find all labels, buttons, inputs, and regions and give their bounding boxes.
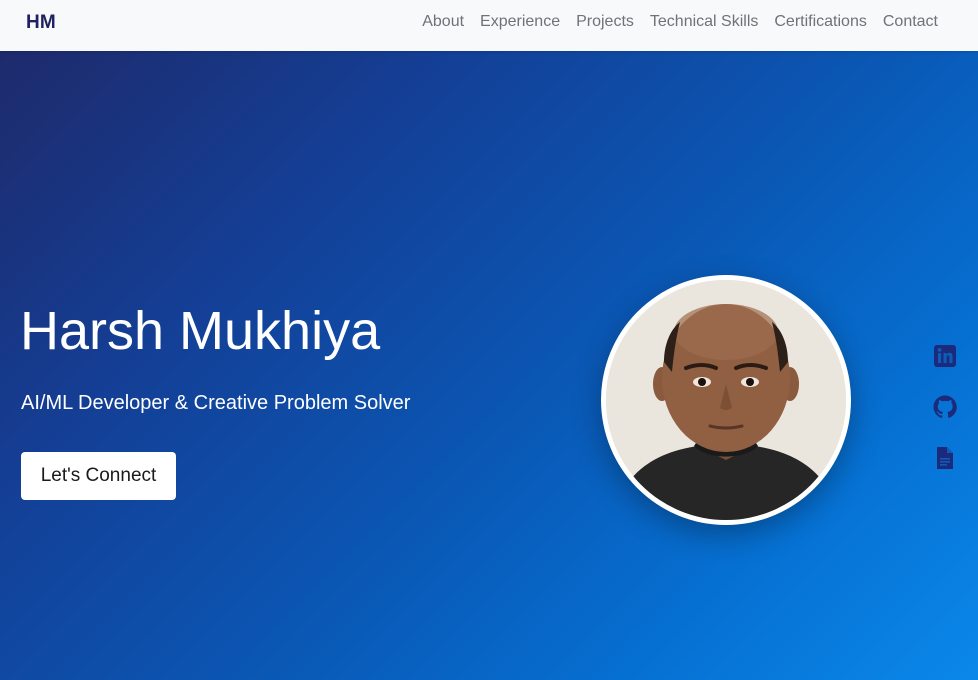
linkedin-icon[interactable] — [933, 344, 957, 368]
profile-photo — [606, 280, 846, 520]
hero-name: Harsh Mukhiya — [20, 301, 381, 361]
social-links — [933, 344, 957, 470]
navbar: HM About Experience Projects Technical S… — [0, 0, 978, 51]
lets-connect-button[interactable]: Let's Connect — [21, 452, 176, 500]
profile-photo-frame — [601, 275, 851, 525]
nav-link-about[interactable]: About — [414, 13, 472, 31]
nav-link-projects[interactable]: Projects — [568, 13, 642, 31]
nav-link-contact[interactable]: Contact — [875, 13, 946, 31]
nav-links: About Experience Projects Technical Skil… — [414, 13, 946, 31]
nav-link-experience[interactable]: Experience — [472, 13, 568, 31]
nav-link-certifications[interactable]: Certifications — [766, 13, 874, 31]
github-icon[interactable] — [933, 395, 957, 419]
hero-tagline: AI/ML Developer & Creative Problem Solve… — [21, 392, 411, 414]
nav-link-technical-skills[interactable]: Technical Skills — [642, 13, 766, 31]
brand-logo[interactable]: HM — [26, 12, 56, 34]
document-icon[interactable] — [933, 446, 957, 470]
hero-section: Harsh Mukhiya AI/ML Developer & Creative… — [0, 51, 978, 680]
